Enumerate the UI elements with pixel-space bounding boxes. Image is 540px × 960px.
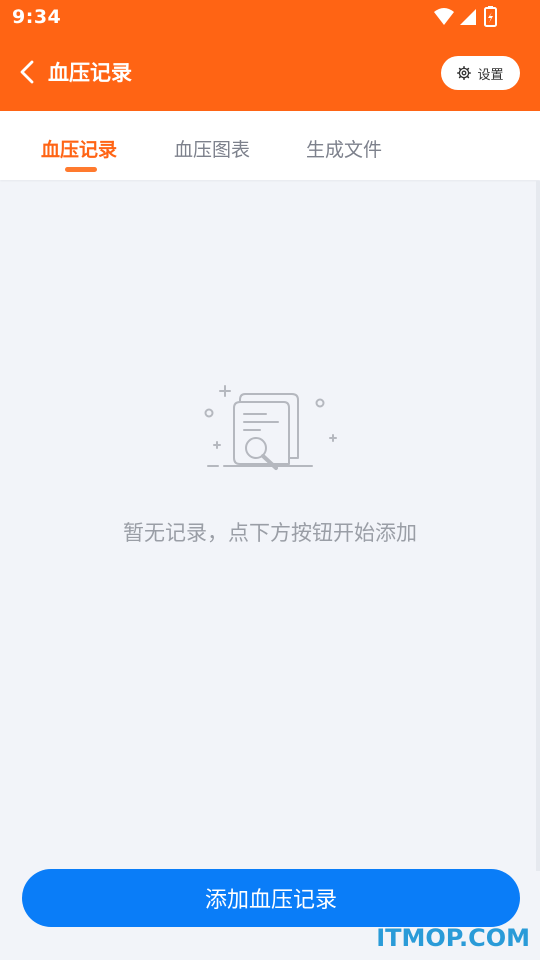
settings-button[interactable]: 设置	[441, 56, 520, 90]
active-tab-indicator	[65, 167, 97, 172]
status-icons	[434, 6, 497, 27]
settings-label: 设置	[477, 67, 504, 83]
back-arrow-icon[interactable]	[14, 58, 42, 86]
empty-records-icon	[204, 385, 337, 470]
scroll-edge	[536, 181, 540, 871]
status-time: 9:34	[12, 6, 62, 28]
app-header: 9:34 血压记录 设置	[0, 0, 540, 111]
watermark: ITMOP.COM	[376, 924, 530, 952]
tab-charts[interactable]: 血压图表	[174, 135, 250, 162]
signal-icon	[460, 9, 476, 25]
battery-icon	[484, 6, 497, 27]
add-record-button[interactable]: 添加血压记录	[22, 869, 520, 927]
gear-icon	[457, 66, 472, 80]
tab-records[interactable]: 血压记录	[41, 135, 117, 162]
page-title: 血压记录	[48, 61, 132, 85]
tab-export[interactable]: 生成文件	[306, 135, 382, 162]
wifi-icon	[434, 8, 454, 25]
empty-state-message: 暂无记录，点下方按钮开始添加	[123, 521, 417, 545]
